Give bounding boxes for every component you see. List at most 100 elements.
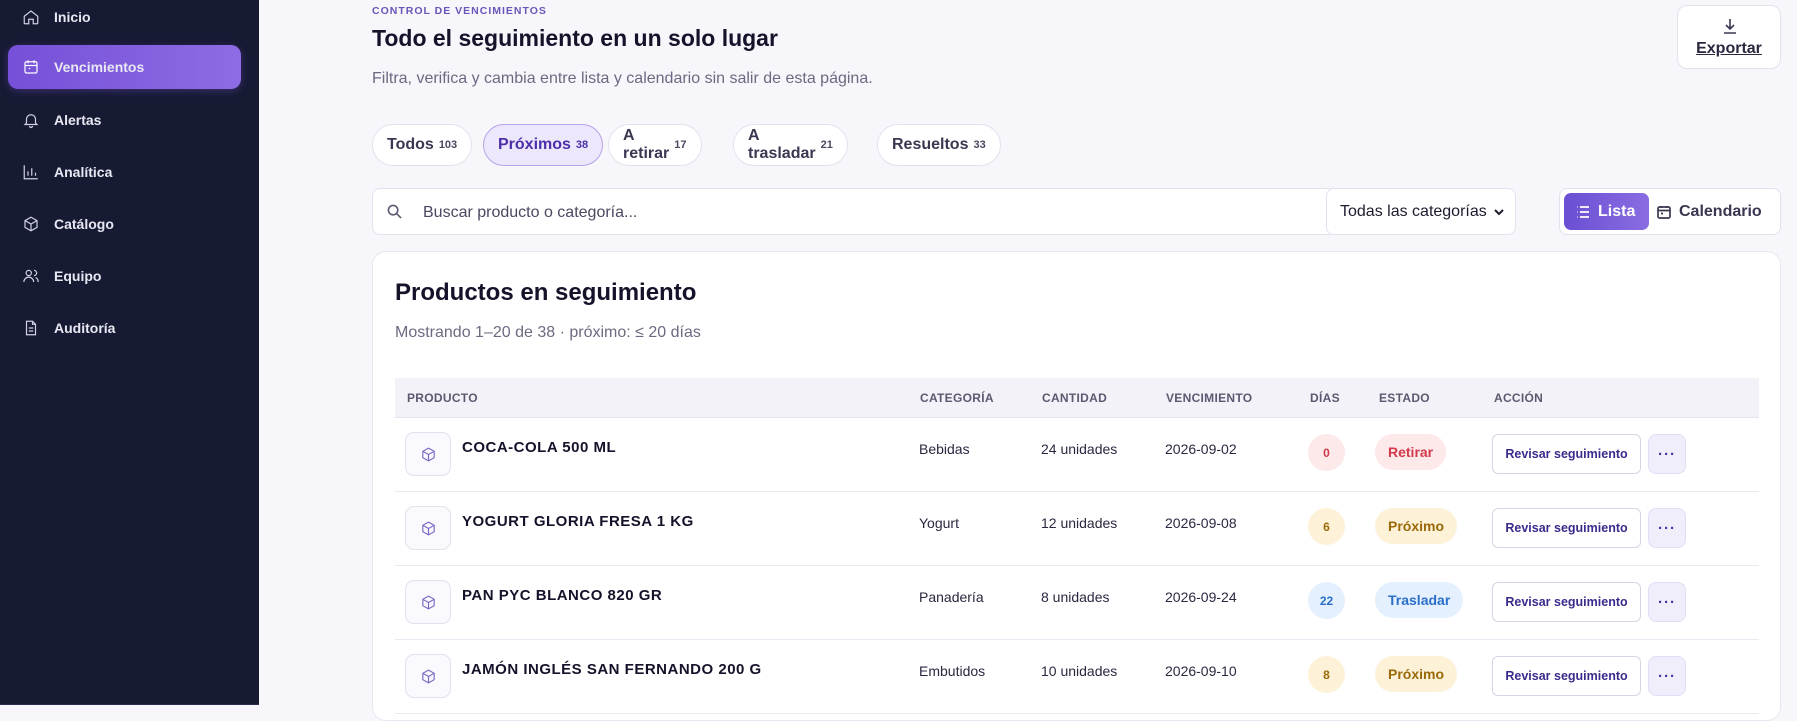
more-options-button[interactable]: ··· bbox=[1648, 582, 1686, 622]
download-icon bbox=[1724, 19, 1736, 34]
tab-label: Todos bbox=[387, 136, 434, 153]
table-row: YOGURT GLORIA FRESA 1 KG Yogurt 12 unida… bbox=[395, 491, 1759, 566]
list-icon bbox=[1577, 205, 1589, 218]
column-header-categoria: CATEGORÍA bbox=[920, 391, 994, 405]
category-select[interactable]: Todas las categorías bbox=[1326, 188, 1516, 235]
table-header: PRODUCTO CATEGORÍA CANTIDAD VENCIMIENTO … bbox=[395, 378, 1759, 418]
view-calendar-button[interactable]: Calendario bbox=[1657, 193, 1777, 230]
review-button[interactable]: Revisar seguimiento bbox=[1492, 656, 1641, 696]
days-badge: 8 bbox=[1308, 656, 1345, 693]
page-subtitle: Filtra, verifica y cambia entre lista y … bbox=[372, 70, 873, 87]
tab-a-trasladar[interactable]: A trasladar 21 bbox=[733, 124, 848, 166]
sidebar: Inicio Vencimientos Alertas Analítica Ca… bbox=[0, 0, 259, 705]
box-icon bbox=[422, 669, 435, 684]
sidebar-item-vencimientos[interactable]: Vencimientos bbox=[8, 45, 241, 89]
tab-count: 33 bbox=[973, 139, 986, 151]
tab-count: 21 bbox=[820, 139, 833, 151]
sidebar-item-equipo[interactable]: Equipo bbox=[8, 254, 241, 298]
tab-proximos[interactable]: Próximos 38 bbox=[483, 124, 604, 166]
tab-label: Próximos bbox=[498, 136, 571, 153]
column-header-cantidad: CANTIDAD bbox=[1042, 391, 1108, 405]
product-quantity: 8 unidades bbox=[1041, 589, 1110, 605]
product-expiry: 2026-09-08 bbox=[1165, 515, 1237, 531]
sidebar-item-label: Auditoría bbox=[54, 320, 116, 336]
product-name: COCA-COLA 500 ML bbox=[462, 439, 617, 456]
product-category: Bebidas bbox=[919, 441, 970, 457]
tab-count: 103 bbox=[438, 139, 458, 151]
product-quantity: 24 unidades bbox=[1041, 441, 1118, 457]
sidebar-item-alertas[interactable]: Alertas bbox=[8, 98, 241, 142]
table-row: COCA-COLA 500 ML Bebidas 24 unidades 202… bbox=[395, 417, 1759, 492]
tab-label: A trasladar bbox=[748, 127, 816, 162]
tab-todos[interactable]: Todos 103 bbox=[372, 124, 473, 166]
product-thumbnail bbox=[405, 580, 451, 624]
product-expiry: 2026-09-02 bbox=[1165, 441, 1237, 457]
sidebar-item-label: Catálogo bbox=[54, 216, 114, 232]
product-quantity: 12 unidades bbox=[1041, 515, 1118, 531]
status-badge: Próximo bbox=[1375, 656, 1458, 692]
card-subtitle: Mostrando 1–20 de 38 · próximo: ≤ 20 día… bbox=[395, 324, 701, 341]
product-thumbnail bbox=[405, 506, 451, 550]
status-badge: Próximo bbox=[1375, 508, 1458, 544]
column-header-producto: PRODUCTO bbox=[407, 391, 478, 405]
tab-resueltos[interactable]: Resueltos 33 bbox=[877, 124, 1001, 166]
product-category: Panadería bbox=[919, 589, 984, 605]
category-selected-value: Todas las categorías bbox=[1340, 202, 1487, 220]
view-calendar-label: Calendario bbox=[1679, 202, 1762, 220]
status-badge: Retirar bbox=[1375, 434, 1447, 470]
file-icon bbox=[25, 320, 37, 336]
table-row: JAMÓN INGLÉS SAN FERNANDO 200 G Embutido… bbox=[395, 639, 1759, 714]
product-name: PAN PYC BLANCO 820 GR bbox=[462, 587, 663, 604]
product-category: Embutidos bbox=[919, 663, 986, 679]
tab-label: Resueltos bbox=[892, 136, 969, 153]
home-icon bbox=[23, 10, 39, 25]
column-header-dias: DÍAS bbox=[1310, 391, 1340, 405]
sidebar-item-auditoria[interactable]: Auditoría bbox=[8, 306, 241, 350]
bar-chart-icon bbox=[23, 165, 38, 180]
calendar-icon bbox=[1657, 205, 1671, 219]
product-expiry: 2026-09-10 bbox=[1165, 663, 1237, 679]
product-thumbnail bbox=[405, 654, 451, 698]
page-eyebrow: CONTROL DE VENCIMIENTOS bbox=[372, 5, 547, 17]
users-icon bbox=[23, 269, 39, 283]
product-category: Yogurt bbox=[919, 515, 959, 531]
products-card: Productos en seguimiento Mostrando 1–20 … bbox=[372, 251, 1781, 721]
tab-count: 17 bbox=[674, 139, 687, 151]
review-button[interactable]: Revisar seguimiento bbox=[1492, 508, 1641, 548]
sidebar-item-analitica[interactable]: Analítica bbox=[8, 150, 241, 194]
search-input[interactable] bbox=[421, 199, 1305, 227]
view-toggle: Lista Calendario bbox=[1559, 188, 1781, 235]
page-title: Todo el seguimiento en un solo lugar bbox=[372, 25, 778, 51]
sidebar-item-label: Vencimientos bbox=[54, 59, 145, 75]
product-thumbnail bbox=[405, 432, 451, 476]
status-badge: Trasladar bbox=[1375, 582, 1464, 618]
main-content: CONTROL DE VENCIMIENTOS Todo el seguimie… bbox=[259, 0, 1797, 721]
column-header-vencimiento: VENCIMIENTO bbox=[1166, 391, 1253, 405]
box-icon bbox=[24, 216, 38, 232]
export-label: Exportar bbox=[1696, 40, 1762, 57]
review-button[interactable]: Revisar seguimiento bbox=[1492, 582, 1641, 622]
product-name: YOGURT GLORIA FRESA 1 KG bbox=[462, 513, 694, 530]
product-quantity: 10 unidades bbox=[1041, 663, 1118, 679]
product-expiry: 2026-09-24 bbox=[1165, 589, 1237, 605]
review-button[interactable]: Revisar seguimiento bbox=[1492, 434, 1641, 474]
more-options-button[interactable]: ··· bbox=[1648, 508, 1686, 548]
search-box bbox=[372, 188, 1337, 235]
export-button[interactable]: Exportar bbox=[1677, 5, 1781, 69]
tab-a-retirar[interactable]: A retirar 17 bbox=[608, 124, 702, 166]
more-options-button[interactable]: ··· bbox=[1648, 434, 1686, 474]
sidebar-item-label: Analítica bbox=[54, 164, 113, 180]
sidebar-item-inicio[interactable]: Inicio bbox=[8, 0, 241, 39]
sidebar-item-catalogo[interactable]: Catálogo bbox=[8, 202, 241, 246]
days-badge: 22 bbox=[1308, 582, 1345, 619]
sidebar-item-label: Alertas bbox=[54, 112, 102, 128]
chevron-down-icon bbox=[1494, 209, 1504, 216]
column-header-accion: ACCIÓN bbox=[1494, 391, 1544, 405]
view-list-button[interactable]: Lista bbox=[1564, 193, 1649, 230]
days-badge: 0 bbox=[1308, 434, 1345, 471]
days-badge: 6 bbox=[1308, 508, 1345, 545]
more-options-button[interactable]: ··· bbox=[1648, 656, 1686, 696]
tab-count: 38 bbox=[575, 139, 589, 151]
search-icon bbox=[387, 204, 402, 219]
box-icon bbox=[422, 521, 435, 536]
